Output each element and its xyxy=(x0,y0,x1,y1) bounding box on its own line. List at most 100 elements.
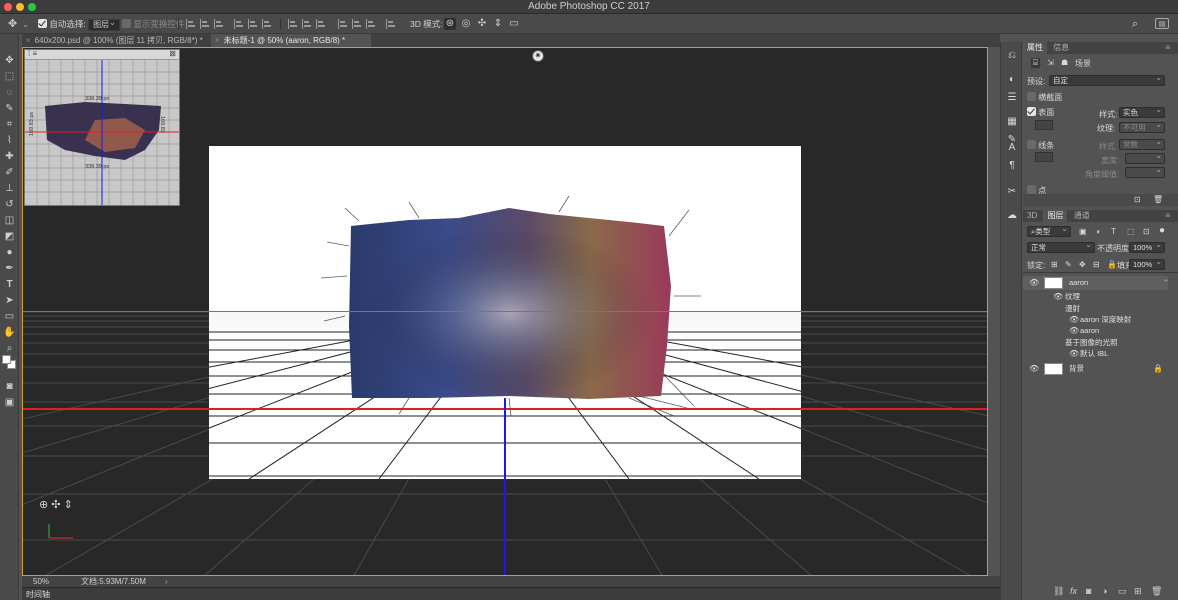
preset-select[interactable]: 自定 xyxy=(1049,73,1165,86)
timeline-panel-tab[interactable]: 时间轴 xyxy=(22,587,1022,600)
orbit-3d-icon[interactable]: ⊛ xyxy=(444,18,456,30)
distribute-bottom-icon[interactable] xyxy=(316,19,325,29)
render-icon[interactable]: ⊡ xyxy=(1134,195,1141,204)
lock-image-icon[interactable]: ✎ xyxy=(1065,260,1072,269)
screen-mode-icon[interactable]: ▣ xyxy=(3,396,16,409)
add-mask-icon[interactable]: ◙ xyxy=(1086,586,1091,596)
lock-artboard-icon[interactable]: ⊟ xyxy=(1093,260,1100,269)
show-transform-checkbox[interactable] xyxy=(122,19,131,28)
quick-select-tool-icon[interactable]: ✎ xyxy=(3,102,16,115)
align-hcenter-icon[interactable] xyxy=(248,19,257,29)
close-tab-icon[interactable]: × xyxy=(26,36,31,45)
collapse-chevron-icon[interactable]: ⌃ xyxy=(1163,276,1169,290)
foreground-color-swatch[interactable] xyxy=(2,355,11,364)
distribute-top-icon[interactable] xyxy=(288,19,297,29)
distribute-right-icon[interactable] xyxy=(366,19,375,29)
link-layers-icon[interactable]: ⛓ xyxy=(1053,586,1064,597)
adjustment-layer-icon[interactable]: ◑ xyxy=(1102,586,1107,596)
slide-axis-icon[interactable]: ⇕ xyxy=(64,499,73,511)
libraries-panel-icon[interactable]: ☁ xyxy=(1006,210,1018,222)
distribute-hcenter-icon[interactable] xyxy=(352,19,361,29)
tab-document[interactable]: × 640x200.psd @ 100% (图层 11 拷贝, RGB/8*) * xyxy=(22,34,210,47)
surface-color-swatch[interactable] xyxy=(1035,120,1053,130)
type-filter-icon[interactable]: T xyxy=(1111,227,1116,236)
orbit-axis-icon[interactable]: ⊕ xyxy=(39,499,48,511)
adjustment-filter-icon[interactable]: ◑ xyxy=(1095,227,1100,236)
texture-select[interactable]: 不可用 xyxy=(1119,120,1165,133)
layer-row[interactable]: 👁 aaron ⌃ xyxy=(1023,276,1169,290)
surface-checkbox[interactable] xyxy=(1027,107,1036,116)
close-view-icon[interactable]: ⊠ xyxy=(169,49,176,58)
tab-info[interactable]: 信息 xyxy=(1049,42,1073,54)
tab-3d[interactable]: 3D xyxy=(1023,210,1041,222)
angle-field[interactable] xyxy=(1125,165,1165,178)
auto-align-icon[interactable] xyxy=(386,19,395,29)
character-panel-icon[interactable]: A xyxy=(1006,142,1018,154)
move-tool-icon[interactable]: ✥ xyxy=(3,54,16,67)
filter-toggle-icon[interactable]: ● xyxy=(1159,225,1165,236)
align-left-icon[interactable] xyxy=(234,19,243,29)
mesh-icon[interactable]: ⌸ xyxy=(1031,58,1040,68)
opacity-field[interactable]: 100% xyxy=(1129,240,1165,253)
tab-channels[interactable]: 通道 xyxy=(1070,210,1094,222)
eraser-tool-icon[interactable]: ◫ xyxy=(3,214,16,227)
auto-select-dropdown[interactable]: 图层 xyxy=(88,17,121,31)
layer-row[interactable]: 👁 背景 🔒 xyxy=(1023,362,1168,376)
surface-style-select[interactable]: 实色 xyxy=(1119,105,1165,118)
distribute-left-icon[interactable] xyxy=(338,19,347,29)
light-icon[interactable]: ✷ xyxy=(532,50,544,62)
panel-menu-icon[interactable]: ≡ xyxy=(1161,42,1174,54)
cross-section-checkbox[interactable] xyxy=(1027,92,1036,101)
pan-axis-icon[interactable]: ✣ xyxy=(51,499,60,511)
gradient-tool-icon[interactable]: ◩ xyxy=(3,230,16,243)
lines-checkbox[interactable] xyxy=(1027,140,1036,149)
delete-icon[interactable]: 🗑 xyxy=(1153,195,1163,204)
tab-properties[interactable]: 属性 xyxy=(1023,42,1047,54)
visibility-eye-icon[interactable]: 👁 xyxy=(1069,325,1079,337)
lines-color-swatch[interactable] xyxy=(1035,152,1053,162)
shape-filter-icon[interactable]: ⬚ xyxy=(1127,227,1135,236)
rectangle-tool-icon[interactable]: ▭ xyxy=(3,310,16,323)
healing-brush-icon[interactable]: ✚ xyxy=(3,150,16,163)
dodge-tool-icon[interactable]: ● xyxy=(3,246,16,259)
path-select-icon[interactable]: ➤ xyxy=(3,294,16,307)
roll-3d-icon[interactable]: ◎ xyxy=(460,18,472,30)
tool-preset-dropdown[interactable]: ⌄ xyxy=(22,17,29,31)
brush-tool-icon[interactable]: ✐ xyxy=(3,166,16,179)
align-vcenter-icon[interactable] xyxy=(200,19,209,29)
layer-style-icon[interactable]: fx xyxy=(1070,586,1077,596)
tools-panel-icon[interactable]: ✂ xyxy=(1006,186,1018,198)
history-panel-icon[interactable]: ⎌ xyxy=(1006,50,1018,62)
visibility-eye-icon[interactable]: 👁 xyxy=(1053,291,1063,303)
align-top-icon[interactable] xyxy=(186,19,195,29)
auto-select-checkbox[interactable] xyxy=(38,19,47,28)
panel-menu-icon[interactable]: ≡ xyxy=(1161,210,1174,222)
layer-row[interactable]: 👁 aaron xyxy=(1023,325,1168,337)
adjustments-panel-icon[interactable]: ◐ xyxy=(1006,74,1018,86)
align-bottom-icon[interactable] xyxy=(214,19,223,29)
properties-panel-icon[interactable]: ☰ xyxy=(1006,92,1018,104)
status-menu-arrow-icon[interactable]: › xyxy=(165,576,168,587)
pen-tool-icon[interactable]: ✒ xyxy=(3,262,16,275)
width-field[interactable] xyxy=(1125,151,1165,164)
visibility-eye-icon[interactable]: 👁 xyxy=(1029,362,1039,376)
tab-document[interactable]: × 未标题-1 @ 50% (aaron, RGB/8) * xyxy=(211,34,371,47)
layer-row[interactable]: 👁 纹理 xyxy=(1023,291,1168,303)
blend-mode-select[interactable]: 正常 xyxy=(1027,240,1095,253)
quick-mask-icon[interactable]: ◙ xyxy=(3,380,16,393)
history-brush-icon[interactable]: ↺ xyxy=(3,198,16,211)
layer-filter-select[interactable]: ⌕类型 xyxy=(1027,224,1071,237)
close-tab-icon[interactable]: × xyxy=(215,36,220,45)
points-checkbox[interactable] xyxy=(1027,185,1036,194)
hand-tool-icon[interactable]: ✋ xyxy=(3,326,16,339)
swatches-panel-icon[interactable]: ▦ xyxy=(1006,116,1018,128)
lock-transparent-icon[interactable]: ⊞ xyxy=(1051,260,1058,269)
visibility-eye-icon[interactable]: 👁 xyxy=(1069,348,1079,360)
layer-row[interactable]: 👁 默认 IBL xyxy=(1023,348,1168,360)
lock-position-icon[interactable]: ✥ xyxy=(1079,260,1086,269)
move-tool-icon[interactable]: ✥ xyxy=(8,17,17,31)
marquee-tool-icon[interactable]: ⬚ xyxy=(3,70,16,83)
visibility-eye-icon[interactable]: 👁 xyxy=(1029,276,1039,290)
type-tool-icon[interactable]: T xyxy=(3,278,16,291)
workspace-icon[interactable]: ▤ xyxy=(1155,18,1169,29)
